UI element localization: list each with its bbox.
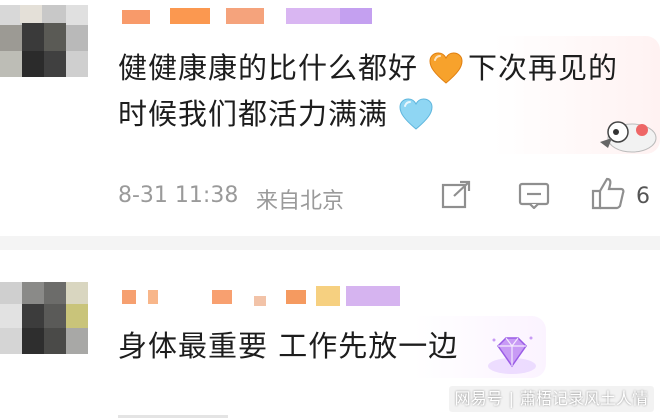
comment-item: 健健康康的比什么都好 下次再见的 时候我们都活力满满 8-31 11:38 来自… (0, 0, 660, 232)
comment-item: 身体最重要 工作先放一边 网易号 | 蕭梧记录风土人情 (0, 252, 660, 418)
comment-text: 健健康康的比什么都好 (118, 51, 419, 85)
watermark: 网易号 | 蕭梧记录风土人情 (448, 386, 654, 412)
light-blue-heart-icon (398, 97, 434, 133)
sticker-icon (596, 108, 660, 156)
username-blurred[interactable] (122, 6, 372, 28)
username-blurred[interactable] (122, 286, 402, 308)
like-button[interactable] (590, 176, 626, 216)
comment-text-line1b: 下次再见的 (468, 46, 618, 90)
comment-date: 8-31 11:38 (118, 183, 239, 208)
comment-text-line2: 时候我们都活力满满 (118, 92, 388, 136)
share-icon (441, 180, 471, 209)
reply-button[interactable] (518, 181, 550, 215)
comment-text: 时候我们都活力满满 (118, 97, 389, 131)
thumbs-up-icon (591, 177, 625, 210)
comment-meta-partial (118, 404, 228, 418)
comment-text: 下次再见的 (468, 51, 619, 85)
like-count: 6 (636, 184, 650, 209)
share-button[interactable] (440, 180, 472, 216)
divider (0, 236, 660, 250)
avatar[interactable] (0, 282, 88, 354)
orange-heart-icon (428, 51, 464, 87)
comment-icon (518, 182, 550, 210)
avatar[interactable] (0, 5, 88, 77)
purple-gem-badge-icon (484, 332, 540, 378)
comment-text: 身体最重要 工作先放一边 (118, 329, 459, 363)
comment-text-line1: 健健康康的比什么都好 (118, 46, 418, 90)
comment-location: 来自北京 (256, 189, 345, 214)
